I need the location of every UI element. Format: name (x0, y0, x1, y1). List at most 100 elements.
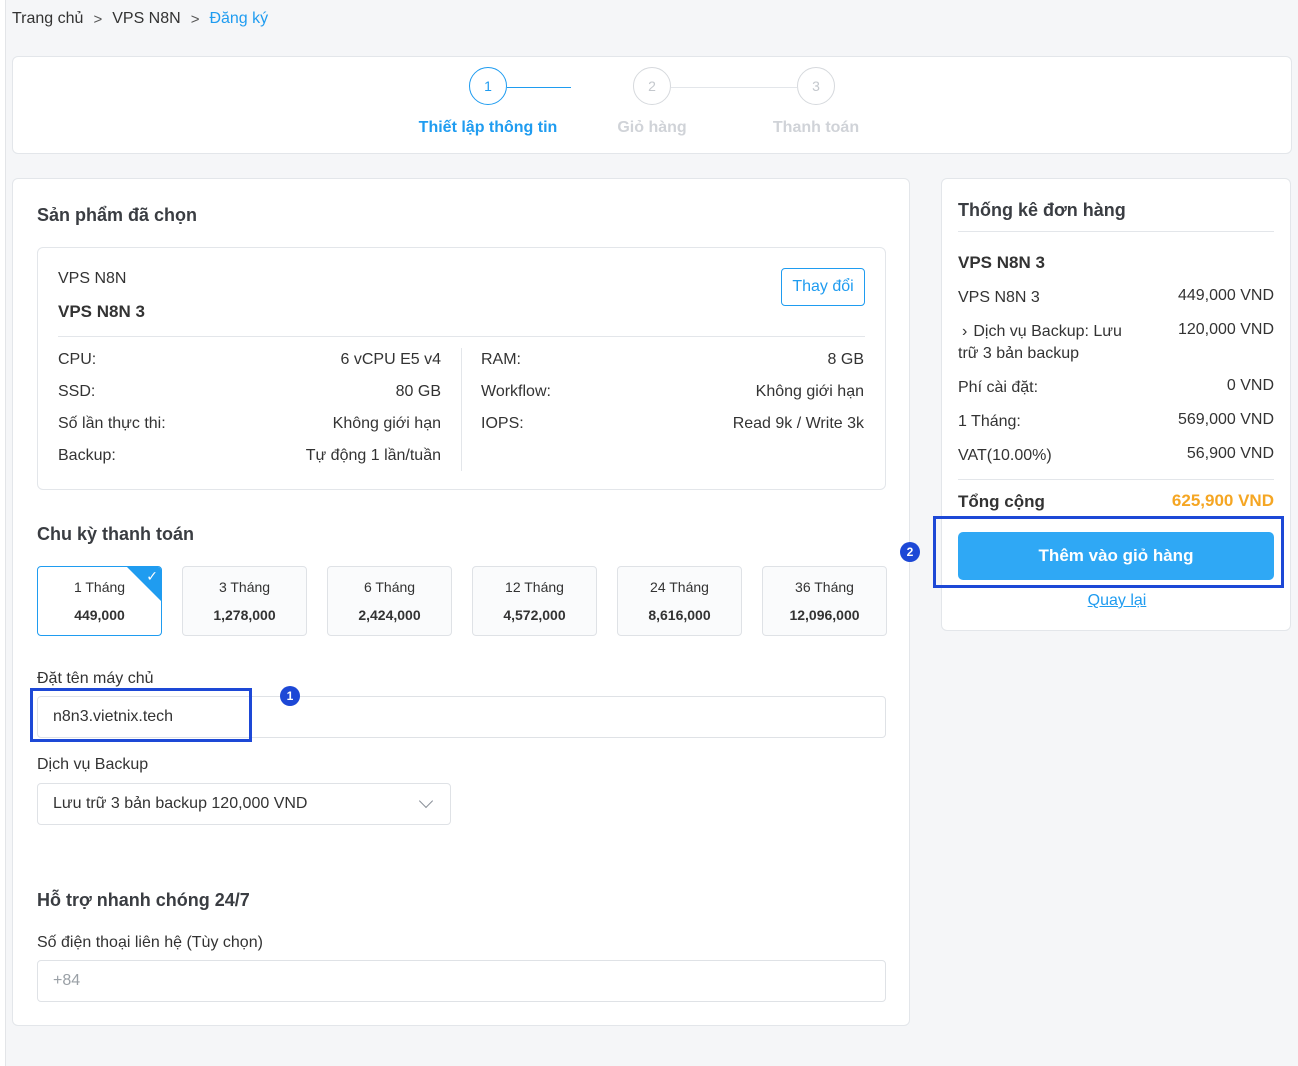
step-2-circle: 2 (633, 67, 671, 105)
spec-value: Không giới hạn (332, 415, 441, 432)
hostname-label: Đặt tên máy chủ (37, 670, 154, 687)
left-edge (0, 0, 6, 1066)
cycle-option-24-months[interactable]: 24 Tháng 8,616,000 (617, 566, 742, 636)
cycle-price: 12,096,000 (789, 607, 860, 623)
add-to-cart-highlight-box (933, 516, 1284, 588)
product-name: VPS N8N 3 (58, 302, 145, 321)
cycle-price: 8,616,000 (648, 607, 711, 623)
summary-divider (958, 479, 1274, 480)
summary-row-plan: VPS N8N 3 449,000 VND (958, 287, 1274, 309)
step-3-circle: 3 (797, 67, 835, 105)
cycle-price: 1,278,000 (213, 607, 276, 623)
summary-label-text: Dịch vụ Backup: Lưu trữ 3 bản backup (958, 323, 1122, 362)
step-connector-2 (671, 87, 797, 88)
breadcrumb: Trang chủ > VPS N8N > Đăng ký (12, 10, 268, 28)
cycle-label: 36 Tháng (795, 579, 854, 595)
cycle-option-3-months[interactable]: 3 Tháng 1,278,000 (182, 566, 307, 636)
breadcrumb-home[interactable]: Trang chủ (12, 10, 83, 28)
spec-label: RAM: (481, 351, 521, 368)
spec-value: Không giới hạn (755, 383, 864, 400)
summary-row-period: 1 Tháng: 569,000 VND (958, 411, 1274, 433)
product-box: VPS N8N VPS N8N 3 Thay đổi CPU: 6 vCPU E… (37, 247, 886, 490)
cycle-label: 24 Tháng (650, 579, 709, 595)
selected-product-title: Sản phẩm đã chọn (37, 205, 198, 225)
billing-cycle-options: ✓ 1 Tháng 449,000 3 Tháng 1,278,000 6 Th… (37, 566, 887, 636)
spec-label: Số lần thực thi: (58, 415, 166, 432)
check-icon: ✓ (146, 568, 158, 584)
spec-divider (461, 348, 462, 471)
step-1-label: Thiết lập thông tin (418, 119, 558, 136)
spec-label: IOPS: (481, 415, 524, 432)
breadcrumb-vps-n8n[interactable]: VPS N8N (112, 10, 180, 28)
spec-label: Workflow: (481, 383, 551, 400)
spec-value: 6 vCPU E5 v4 (340, 351, 441, 368)
summary-label: › Dịch vụ Backup: Lưu trữ 3 bản backup (958, 321, 1138, 365)
spec-executions: Số lần thực thi: Không giới hạn (58, 415, 441, 433)
summary-label: VPS N8N 3 (958, 289, 1040, 306)
spec-value: Tự động 1 lần/tuần (305, 447, 441, 464)
chevron-down-icon (418, 793, 434, 809)
cycle-option-12-months[interactable]: 12 Tháng 4,572,000 (472, 566, 597, 636)
summary-divider (958, 231, 1274, 232)
summary-title: Thống kê đơn hàng (958, 200, 1126, 220)
backup-selected-value: Lưu trữ 3 bản backup 120,000 VND (53, 795, 308, 812)
cycle-price: 449,000 (74, 607, 125, 623)
summary-label: 1 Tháng: (958, 413, 1021, 430)
summary-value: 0 VND (1226, 377, 1274, 394)
spec-value: 8 GB (827, 351, 864, 368)
summary-row-backup: › Dịch vụ Backup: Lưu trữ 3 bản backup 12… (958, 321, 1274, 365)
stepper: 1 2 3 Thiết lập thông tin Giỏ hàng Thanh… (12, 56, 1292, 154)
cycle-price: 2,424,000 (358, 607, 421, 623)
summary-row-vat: VAT(10.00%) 56,900 VND (958, 445, 1274, 467)
spec-label: CPU: (58, 351, 97, 368)
step-3-label: Thanh toán (772, 119, 860, 136)
summary-row-setup-fee: Phí cài đặt: 0 VND (958, 377, 1274, 399)
breadcrumb-separator: > (190, 10, 200, 28)
step-2-label: Giỏ hàng (617, 119, 687, 136)
support-title: Hỗ trợ nhanh chóng 24/7 (37, 890, 250, 910)
hostname-highlight-box (30, 688, 252, 742)
order-form: Sản phẩm đã chọn VPS N8N VPS N8N 3 Thay … (12, 178, 910, 1026)
spec-ram: RAM: 8 GB (481, 351, 864, 369)
breadcrumb-separator: > (93, 10, 103, 28)
cycle-option-1-month[interactable]: ✓ 1 Tháng 449,000 (37, 566, 162, 636)
spec-label: Backup: (58, 447, 116, 464)
step-badge-2: 2 (900, 542, 920, 562)
summary-label: Phí cài đặt: (958, 379, 1039, 396)
cycle-label: 3 Tháng (218, 579, 271, 595)
spec-workflow: Workflow: Không giới hạn (481, 383, 864, 401)
summary-label: VAT(10.00%) (958, 447, 1052, 464)
cycle-option-6-months[interactable]: 6 Tháng 2,424,000 (327, 566, 452, 636)
spec-value: Read 9k / Write 3k (732, 415, 864, 432)
spec-ssd: SSD: 80 GB (58, 383, 441, 401)
summary-value: 569,000 VND (1177, 411, 1274, 428)
cycle-price: 4,572,000 (503, 607, 566, 623)
cycle-option-36-months[interactable]: 36 Tháng 12,096,000 (762, 566, 887, 636)
summary-value: 120,000 VND (1177, 321, 1274, 338)
step-badge-1: 1 (280, 686, 300, 706)
cycle-label: 12 Tháng (505, 579, 564, 595)
summary-value: 56,900 VND (1186, 445, 1274, 462)
total-value: 625,900 VND (1171, 491, 1274, 510)
step-1-circle: 1 (469, 67, 507, 105)
change-product-button[interactable]: Thay đổi (781, 268, 865, 306)
backup-select[interactable]: Lưu trữ 3 bản backup 120,000 VND (37, 783, 451, 825)
phone-input[interactable] (37, 960, 886, 1002)
spec-cpu: CPU: 6 vCPU E5 v4 (58, 351, 441, 369)
total-label: Tổng cộng (958, 492, 1045, 511)
cycle-label: 6 Tháng (363, 579, 416, 595)
product-category: VPS N8N (58, 270, 127, 287)
spec-label: SSD: (58, 383, 96, 400)
phone-label: Số điện thoại liên hệ (Tùy chọn) (37, 934, 263, 951)
chevron-right-icon: › (962, 323, 968, 340)
backup-label: Dịch vụ Backup (37, 756, 149, 773)
billing-cycle-title: Chu kỳ thanh toán (37, 524, 194, 544)
step-connector-1 (507, 87, 571, 88)
product-divider (58, 336, 865, 337)
back-link[interactable]: Quay lại (942, 592, 1292, 610)
spec-value: 80 GB (395, 383, 441, 400)
summary-total: Tổng cộng 625,900 VND (958, 491, 1274, 513)
summary-product-name: VPS N8N 3 (958, 253, 1045, 272)
breadcrumb-current: Đăng ký (209, 10, 269, 27)
spec-iops: IOPS: Read 9k / Write 3k (481, 415, 864, 433)
